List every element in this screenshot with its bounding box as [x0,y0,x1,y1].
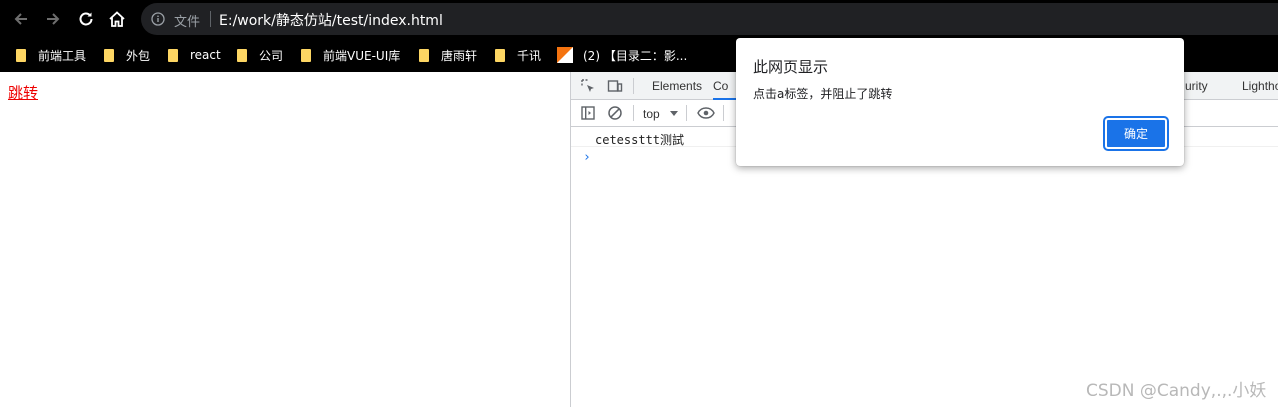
reload-icon [79,12,93,26]
folder-icon [16,48,26,62]
bookmark-label: react [190,48,221,62]
arrow-right-icon [47,13,60,25]
bookmark-item[interactable]: 公司 [237,47,283,63]
tab-console[interactable]: Co [713,79,737,100]
dialog-message: 点击a标签，并阻止了跳转 [753,87,893,101]
inspect-element-icon[interactable] [580,78,596,94]
bookmark-label: 唐雨轩 [441,48,478,63]
bookmark-label: 千讯 [517,48,542,63]
home-button[interactable] [106,8,128,30]
alert-dialog: 此网页显示 点击a标签，并阻止了跳转 确定 [736,38,1184,166]
bookmark-label: (2) 【目录二：影... [583,48,688,63]
folder-icon [237,48,247,62]
console-log-text: cetessttt测試 [595,133,685,147]
browser-toolbar: 文件 E:/work/静态仿站/test/index.html [0,0,1278,38]
bookmark-label: 外包 [126,48,151,63]
jump-link[interactable]: 跳转 [8,82,38,103]
eye-icon[interactable] [697,105,715,121]
toolbar-divider [633,78,634,94]
ok-button[interactable]: 确定 [1103,116,1169,151]
bookmark-item[interactable]: 千讯 [495,47,541,63]
page-favicon-icon [557,47,573,63]
address-url[interactable]: E:/work/静态仿站/test/index.html [219,10,443,30]
bookmark-label: 前端工具 [38,48,87,63]
reload-button[interactable] [75,8,97,30]
tab-security[interactable]: urity [1185,79,1208,93]
bookmark-item[interactable]: 唐雨轩 [419,47,477,63]
folder-icon [104,48,114,62]
address-divider [210,11,211,27]
info-icon[interactable] [151,12,165,26]
page-viewport: 跳转 [0,72,570,407]
sidebar-toggle-icon[interactable] [580,105,596,121]
bookmark-item[interactable]: 外包 [104,47,150,63]
folder-icon [495,48,505,62]
address-bar[interactable]: 文件 E:/work/静态仿站/test/index.html [141,3,1278,35]
forward-button[interactable] [42,8,64,30]
dialog-title: 此网页显示 [753,58,829,76]
folder-icon [301,48,311,62]
folder-icon [419,48,429,62]
folder-icon [168,48,178,62]
bookmark-label: 前端VUE-UI库 [323,48,401,63]
console-prompt[interactable]: › [583,150,591,165]
toolbar-divider [723,105,724,121]
arrow-left-icon [14,13,27,25]
home-icon [109,11,125,27]
watermark: CSDN @Candy,.,.小妖 [1086,381,1267,401]
tab-elements[interactable]: Elements [652,79,702,93]
chevron-down-icon [670,111,678,116]
bookmark-item[interactable]: (2) 【目录二：影... [557,47,687,63]
bookmark-item[interactable]: 前端工具 [16,47,86,63]
bookmark-item[interactable]: 前端VUE-UI库 [301,47,400,63]
back-button[interactable] [10,8,32,30]
device-toolbar-icon[interactable] [607,78,623,94]
toolbar-divider [686,105,687,121]
toolbar-divider [633,105,634,121]
clear-console-icon[interactable] [607,105,623,121]
bookmark-item[interactable]: react [168,47,221,63]
bookmark-label: 公司 [259,48,284,63]
tab-lighthouse[interactable]: Lightho [1242,79,1278,93]
address-scheme: 文件 [174,15,201,30]
context-selector[interactable]: top [643,107,660,121]
